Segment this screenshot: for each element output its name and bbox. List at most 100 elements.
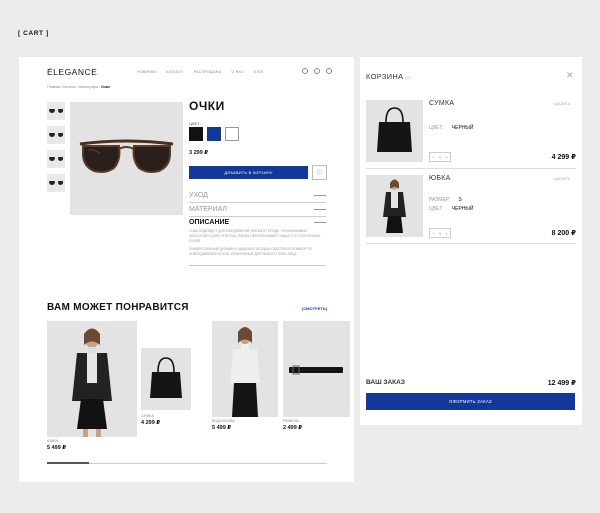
glasses-icon: [49, 156, 63, 162]
rec-item-image-skirt[interactable]: [47, 321, 137, 437]
bag-image: [150, 357, 182, 398]
recommendations-title: ВАМ МОЖЕТ ПОНРАВИТСЯ: [47, 302, 189, 313]
checkout-button[interactable]: ОФОРМИТЬ ЗАКАЗ: [366, 393, 575, 410]
minus-icon[interactable]: −: [432, 155, 434, 160]
cart-item-name: ЮБКА: [429, 175, 451, 182]
cart-count: (2): [405, 75, 412, 80]
rec-item-price: 5 499 ₽: [212, 425, 232, 431]
product-price: 3 299 ₽: [189, 150, 209, 156]
accordion-material-label: МАТЕРИАЛ: [189, 206, 228, 213]
user-icon[interactable]: [302, 68, 308, 74]
bag-icon[interactable]: [326, 68, 332, 74]
nav-item-new[interactable]: НОВИНКИ: [137, 70, 156, 74]
favorite-button[interactable]: ♡: [312, 165, 327, 180]
accordion-description[interactable]: ОПИСАНИЕ: [189, 219, 326, 226]
plus-icon[interactable]: +: [446, 231, 448, 236]
cart-tag: [ CART ]: [18, 30, 49, 37]
accordion-care-label: УХОД: [189, 192, 208, 199]
header-icons: [302, 68, 332, 74]
search-icon[interactable]: [314, 68, 320, 74]
divider: [189, 265, 326, 266]
divider: [366, 243, 576, 244]
prop-value: ЧЕРНЫЙ: [451, 206, 474, 212]
main-nav: НОВИНКИ КАТАЛОГ РАСПРОДАЖА О НАС БЛОГ: [137, 70, 264, 74]
color-label: ЦВЕТ:: [189, 121, 201, 126]
cart-title-text: КОРЗИНА: [366, 72, 404, 81]
cart-panel: КОРЗИНА (2) ✕ СУМКА УДАЛИТЬ ЦВЕТ: ЧЕРНЫЙ …: [360, 57, 582, 425]
model-turtleneck-image: [230, 327, 260, 417]
rec-item-image-bag[interactable]: [141, 348, 191, 410]
thumbnail-2[interactable]: [47, 126, 65, 144]
glasses-icon: [49, 132, 63, 138]
prop-value: ЧЕРНЫЙ: [451, 125, 474, 131]
description-text-1: ОЧКИ ПОДОЙДУТ ДЛЯ ЕЖЕДНЕВНОЙ НОСКИ В ГОР…: [189, 229, 321, 243]
order-total-value: 12 499 ₽: [547, 380, 576, 387]
model-skirt-image: [72, 328, 112, 437]
quantity-value: 1: [438, 154, 442, 160]
cart-item-image-skirt: [366, 175, 423, 237]
accordion-care[interactable]: УХОД: [189, 189, 326, 203]
prop-value: S: [458, 197, 462, 203]
rec-item-label: ЮБКА: [47, 439, 59, 443]
add-to-cart-button[interactable]: ДОБАВИТЬ В КОРЗИНУ: [189, 166, 308, 179]
glasses-icon: [49, 108, 63, 114]
description-text-2: УНИВЕРСАЛЬНЫЙ ДИЗАЙН И УДОБНАЯ ПОСАДКА О…: [189, 247, 312, 256]
expand-icon: [314, 209, 326, 210]
nav-item-about[interactable]: О НАС: [231, 70, 244, 74]
cart-item-color: ЦВЕТ: ЧЕРНЫЙ: [429, 125, 473, 131]
order-total-label: ВАШ ЗАКАЗ: [366, 379, 405, 386]
thumbnail-1[interactable]: [47, 102, 65, 120]
collapse-icon: [314, 222, 326, 223]
rec-item-price: 4 299 ₽: [141, 420, 161, 426]
belt-image: [289, 365, 343, 375]
prop-key: РАЗМЕР:: [429, 197, 451, 203]
breadcrumb-path[interactable]: Главная / Каталог / Аксессуары /: [47, 85, 101, 89]
nav-item-blog[interactable]: БЛОГ: [254, 70, 264, 74]
description-title: ОПИСАНИЕ: [189, 219, 230, 226]
glasses-icon: [49, 180, 63, 186]
product-main-image: [70, 102, 183, 215]
breadcrumb: Главная / Каталог / Аксессуары / Очки: [47, 85, 110, 89]
thumbnail-4[interactable]: [47, 174, 65, 192]
carousel-progress-track: [47, 463, 327, 464]
prop-key: ЦВЕТ:: [429, 206, 444, 212]
carousel-progress-fill[interactable]: [47, 462, 89, 464]
plus-icon[interactable]: +: [446, 155, 448, 160]
logo[interactable]: ÉLEGANCE: [47, 67, 97, 77]
swatch-blue[interactable]: [207, 127, 221, 141]
remove-item-button[interactable]: УДАЛИТЬ: [553, 102, 570, 106]
divider: [366, 168, 576, 169]
rec-item-price: 2 499 ₽: [283, 425, 303, 431]
model-skirt-image: [383, 179, 406, 233]
cart-item-size: РАЗМЕР: S: [429, 197, 462, 203]
see-all-link[interactable]: [СМОТРЕТЬ]: [302, 306, 327, 311]
rec-item-label: РЕМЕНЬ: [283, 419, 299, 423]
thumbnail-3[interactable]: [47, 150, 65, 168]
cart-item-color: ЦВЕТ: ЧЕРНЫЙ: [429, 206, 473, 212]
cart-item-name: СУМКА: [429, 100, 455, 107]
swatch-black[interactable]: [189, 127, 203, 141]
expand-icon: [314, 195, 326, 196]
product-page: ÉLEGANCE НОВИНКИ КАТАЛОГ РАСПРОДАЖА О НА…: [19, 57, 354, 482]
cart-item-price: 4 299 ₽: [551, 154, 576, 161]
sunglasses-image: [79, 139, 174, 173]
remove-item-button[interactable]: УДАЛИТЬ: [553, 177, 570, 181]
accordion-material[interactable]: МАТЕРИАЛ: [189, 203, 326, 217]
cart-item-price: 8 200 ₽: [551, 230, 576, 237]
swatch-white[interactable]: [225, 127, 239, 141]
rec-item-label: ВОДОЛАЗКА: [212, 419, 235, 423]
nav-item-sale[interactable]: РАСПРОДАЖА: [194, 70, 222, 74]
prop-key: ЦВЕТ:: [429, 125, 444, 131]
nav-item-catalog[interactable]: КАТАЛОГ: [166, 70, 184, 74]
rec-item-label: СУМКА: [141, 414, 154, 418]
rec-item-image-belt[interactable]: [283, 321, 350, 417]
minus-icon[interactable]: −: [432, 231, 434, 236]
quantity-stepper[interactable]: − 1 +: [429, 228, 451, 238]
heart-icon: ♡: [316, 169, 323, 177]
product-title: ОЧКИ: [189, 99, 225, 113]
rec-item-image-turtleneck[interactable]: [212, 321, 278, 417]
quantity-value: 1: [438, 230, 442, 236]
quantity-stepper[interactable]: − 1 +: [429, 152, 451, 162]
close-icon[interactable]: ✕: [566, 70, 574, 81]
cart-title: КОРЗИНА (2): [366, 72, 411, 81]
